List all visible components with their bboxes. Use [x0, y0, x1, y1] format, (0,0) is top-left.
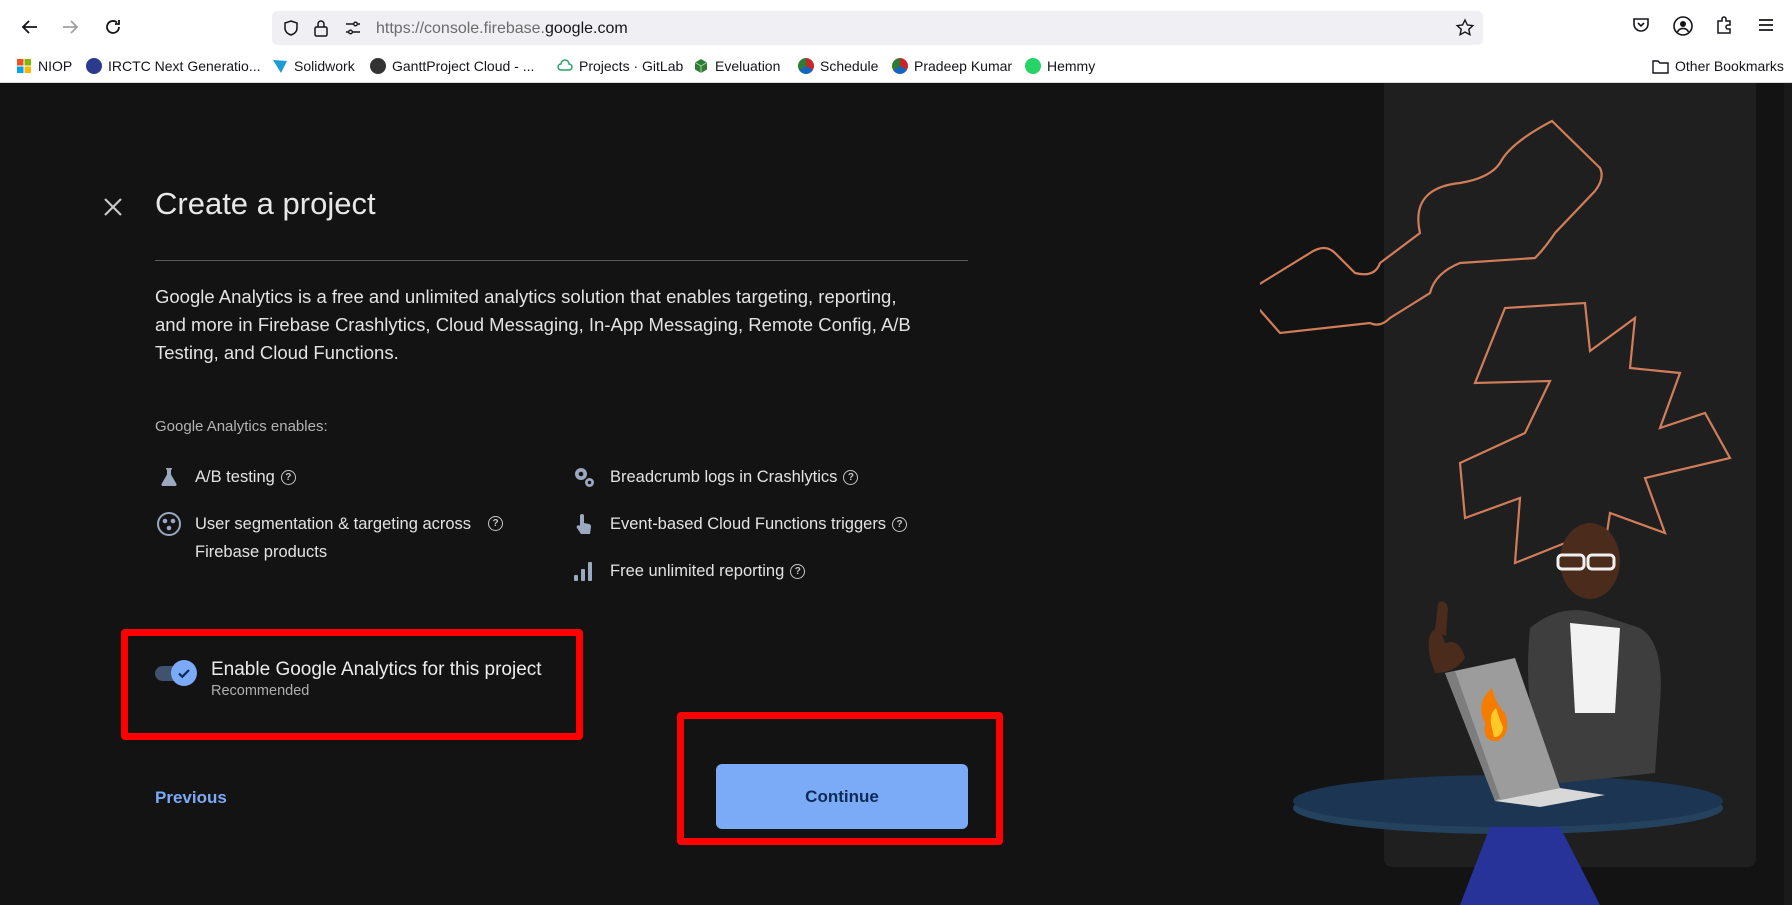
bookmark-hemmy[interactable]: Hemmy — [1025, 58, 1095, 74]
back-button[interactable] — [18, 15, 42, 39]
browser-chrome: https://console.firebase.google.com NIOP… — [0, 0, 1792, 83]
bookmark-gitlab[interactable]: Projects · GitLab — [557, 58, 683, 74]
title-divider — [155, 260, 968, 261]
microsoft-logo-icon — [17, 59, 31, 73]
bookmark-label: GanttProject Cloud - ... — [392, 58, 535, 74]
bookmark-star-icon[interactable] — [1455, 18, 1475, 38]
help-icon[interactable]: ? — [790, 564, 806, 580]
bookmark-irctc[interactable]: IRCTC Next Generatio... — [86, 58, 261, 74]
check-icon — [178, 669, 190, 679]
bookmark-label: Eveluation — [715, 58, 781, 74]
bookmark-other[interactable]: Other Bookmarks — [1652, 58, 1784, 74]
feature-text: A/B testing — [195, 468, 275, 486]
account-icon[interactable] — [1672, 15, 1694, 37]
feature-breadcrumb-logs: Breadcrumb logs in Crashlytics? — [570, 463, 859, 491]
feature-label: A/B testing? — [195, 463, 296, 491]
feature-label: Event-based Cloud Functions triggers? — [610, 510, 908, 538]
firebase-page: Create a project Google Analytics is a f… — [0, 83, 1792, 905]
reload-button[interactable] — [101, 15, 125, 39]
bookmark-ganttproject[interactable]: GanttProject Cloud - ... — [370, 58, 534, 74]
url-prefix: https://console.firebase. — [376, 20, 545, 37]
pocket-icon[interactable] — [1631, 15, 1651, 35]
site-permissions-icon[interactable] — [344, 19, 362, 37]
ganttproject-icon — [370, 58, 386, 74]
forward-button[interactable] — [58, 15, 82, 39]
bookmark-niop[interactable]: NIOP — [16, 58, 72, 74]
bookmark-label: IRCTC Next Generatio... — [108, 58, 261, 74]
help-icon[interactable]: ? — [892, 517, 908, 533]
feature-ab-testing: A/B testing? — [155, 463, 296, 491]
irctc-icon — [86, 58, 102, 74]
segmentation-icon — [155, 510, 183, 538]
feature-label: Breadcrumb logs in Crashlytics? — [610, 463, 859, 491]
bookmark-schedule[interactable]: Schedule — [798, 58, 878, 74]
browser-toolbar: https://console.firebase.google.com — [0, 5, 1792, 47]
bookmark-label: NIOP — [38, 58, 73, 74]
cloud-icon — [557, 59, 573, 71]
bookmark-label: Schedule — [820, 58, 879, 74]
lock-icon[interactable] — [312, 18, 330, 38]
bookmarks-bar: NIOP IRCTC Next Generatio... Solidwork G… — [0, 56, 1792, 78]
close-icon[interactable] — [100, 194, 126, 220]
enables-heading: Google Analytics enables: — [155, 418, 328, 435]
back-arrow-icon — [21, 20, 37, 34]
url-bar[interactable]: https://console.firebase.google.com — [272, 11, 1483, 45]
bookmark-solidwork[interactable]: Solidwork — [272, 58, 355, 74]
touch-icon — [570, 510, 598, 538]
flask-icon — [155, 463, 183, 491]
feature-text: Event-based Cloud Functions triggers — [610, 515, 887, 533]
bookmark-label: Other Bookmarks — [1675, 58, 1784, 74]
extensions-icon[interactable] — [1714, 15, 1734, 35]
continue-button[interactable]: Continue — [716, 764, 968, 829]
reload-icon — [106, 20, 120, 34]
bookmark-label: Pradeep Kumar — [914, 58, 1013, 74]
analytics-toggle[interactable] — [155, 658, 198, 688]
help-icon[interactable]: ? — [280, 470, 296, 486]
analytics-description: Google Analytics is a free and unlimited… — [155, 286, 911, 363]
whatsapp-icon — [1025, 58, 1041, 74]
help-icon[interactable]: ? — [488, 516, 503, 531]
feature-label: User segmentation & targeting across Fir… — [195, 510, 505, 566]
cube-icon — [694, 59, 708, 73]
bookmark-label: Solidwork — [294, 58, 355, 74]
toggle-label: Enable Google Analytics for this project — [211, 659, 542, 680]
feature-free-reporting: Free unlimited reporting? — [570, 557, 806, 585]
bookmark-label: Projects · GitLab — [579, 58, 684, 74]
forward-arrow-icon — [63, 20, 79, 34]
folder-icon — [1652, 59, 1669, 74]
url-text: https://console.firebase.google.com — [376, 20, 628, 38]
feature-text: Free unlimited reporting — [610, 562, 785, 580]
previous-button[interactable]: Previous — [155, 788, 227, 808]
gear-icon — [570, 463, 598, 491]
bar-chart-icon — [570, 557, 598, 585]
feature-user-segmentation: User segmentation & targeting across Fir… — [155, 510, 535, 566]
feature-text: User segmentation & targeting across Fir… — [195, 515, 472, 561]
pradeep-icon — [892, 58, 908, 74]
developer-illustration — [1260, 119, 1732, 905]
toggle-sublabel: Recommended — [211, 683, 310, 699]
menu-icon[interactable] — [1756, 15, 1776, 35]
bookmark-eveluation[interactable]: Eveluation — [693, 58, 780, 74]
help-icon[interactable]: ? — [843, 470, 859, 486]
url-domain: google.com — [544, 20, 628, 37]
bookmark-label: Hemmy — [1047, 58, 1096, 74]
page-scrollbar[interactable] — [1784, 83, 1792, 905]
feature-label: Free unlimited reporting? — [610, 557, 806, 585]
solidwork-icon — [273, 60, 287, 73]
feature-cloud-functions-triggers: Event-based Cloud Functions triggers? — [570, 510, 908, 538]
feature-text: Breadcrumb logs in Crashlytics — [610, 468, 838, 486]
schedule-icon — [798, 58, 814, 74]
page-title: Create a project — [155, 186, 376, 221]
toggle-knob — [171, 660, 197, 686]
bookmark-pradeep-kumar[interactable]: Pradeep Kumar — [892, 58, 1012, 74]
shield-icon[interactable] — [282, 19, 300, 37]
